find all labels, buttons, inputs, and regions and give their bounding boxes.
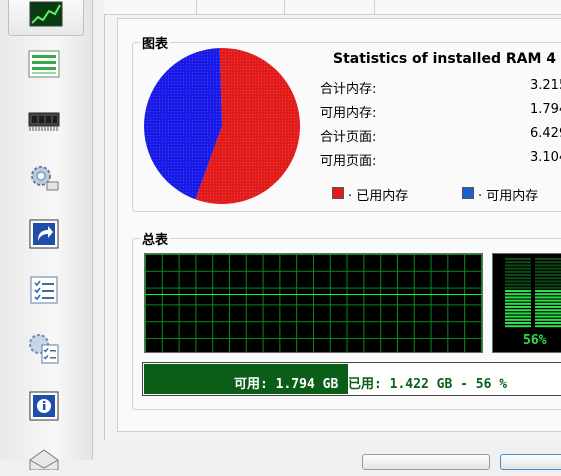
meter-segment (535, 293, 561, 296)
memory-history-graph (144, 253, 483, 353)
list-view-icon (28, 50, 60, 78)
usage-used-text: 已用: 1.422 GB - 56 % (348, 377, 508, 392)
memory-history-line (145, 294, 482, 295)
left-toolbar (0, 0, 93, 470)
meter-segment (505, 315, 531, 318)
stat-label-free-page: 可用页面: (320, 154, 377, 169)
gear-checklist-icon (29, 334, 59, 364)
tab-strip (104, 0, 561, 15)
meter-segment (505, 306, 531, 308)
meter-segment (535, 309, 561, 312)
toolbar-settings-button[interactable] (26, 160, 62, 196)
stats-title: Statistics of installed RAM 4 GB (333, 51, 561, 67)
toolbar-checklist-button[interactable] (26, 272, 62, 308)
checklist-icon (30, 276, 58, 304)
legend-used-label: · 已用内存 (348, 189, 409, 204)
meter-segment (535, 280, 561, 283)
legend-used-swatch (332, 187, 344, 199)
meter-segment (505, 325, 531, 328)
bottom-button-left[interactable] (362, 454, 490, 470)
stat-label-total-page: 合计页面: (320, 130, 377, 145)
meter-segment (505, 293, 531, 296)
meter-segment (505, 277, 531, 280)
meter-segment (505, 312, 531, 315)
legend-free-label: · 可用内存 (478, 189, 539, 204)
meter-segment (505, 318, 531, 321)
gear-settings-icon (31, 166, 59, 191)
meter-segment (505, 258, 531, 260)
meter-segment (535, 299, 561, 302)
stat-value-free-memory: 1.794 (530, 102, 561, 117)
shortcut-arrow-icon (29, 219, 59, 249)
meter-segment (535, 283, 561, 286)
toolbar-info-button[interactable] (26, 388, 62, 424)
ram-chip-icon (28, 112, 60, 131)
meter-segment (505, 302, 531, 305)
toolbar-memory-button[interactable] (26, 104, 62, 140)
meter-segment (535, 286, 561, 289)
meter-segment (535, 264, 561, 267)
meter-segment (535, 290, 561, 292)
performance-chart-icon (29, 1, 63, 27)
memory-pie-chart (144, 48, 300, 204)
meter-segment (535, 302, 561, 305)
meter-segment (535, 322, 561, 324)
info-icon (29, 391, 59, 421)
meter-segment (505, 267, 531, 270)
meter-segment (535, 306, 561, 308)
stat-label-total-memory: 合计内存: (320, 82, 377, 97)
stat-value-total-page: 6.429 (530, 126, 561, 141)
meter-segment (535, 312, 561, 315)
meter-segment (535, 274, 561, 276)
meter-segment (535, 325, 561, 328)
meter-percent-label: 56% (523, 333, 547, 348)
meter-segment (505, 261, 531, 264)
meter-segment (505, 299, 531, 302)
bottom-button-right[interactable] (500, 454, 561, 470)
legend-free-swatch (462, 187, 474, 199)
stat-value-total-memory: 3.215 (530, 78, 561, 93)
envelope-icon (29, 449, 59, 470)
meter-segment (535, 315, 561, 318)
bottom-bar (104, 440, 561, 460)
meter-segment (535, 258, 561, 260)
toolbar-mail-button[interactable] (26, 440, 62, 476)
summary-group-title: 总表 (140, 229, 171, 248)
meter-segment (535, 261, 561, 264)
meter-segment (505, 280, 531, 283)
meter-segment (505, 264, 531, 267)
meter-segment (505, 296, 531, 299)
meter-segment (535, 270, 561, 273)
usage-free-text: 可用: 1.794 GB (234, 377, 339, 392)
meter-segment (535, 296, 561, 299)
meter-segment (505, 290, 531, 292)
toolbar-gear-checklist-button[interactable] (26, 330, 62, 366)
meter-segment (505, 309, 531, 312)
meter-segment (535, 318, 561, 321)
stat-label-free-memory: 可用内存: (320, 106, 377, 121)
meter-segment (505, 322, 531, 324)
meter-segment (505, 274, 531, 276)
toolbar-shortcut-button[interactable] (26, 216, 62, 252)
meter-segment (505, 283, 531, 286)
toolbar-list-button[interactable] (26, 46, 62, 82)
meter-segment (505, 270, 531, 273)
meter-segment (505, 286, 531, 289)
stat-value-free-page: 3.104 (530, 150, 561, 165)
meter-segment (535, 267, 561, 270)
toolbar-performance-button[interactable] (8, 0, 84, 36)
meter-segment (535, 277, 561, 280)
